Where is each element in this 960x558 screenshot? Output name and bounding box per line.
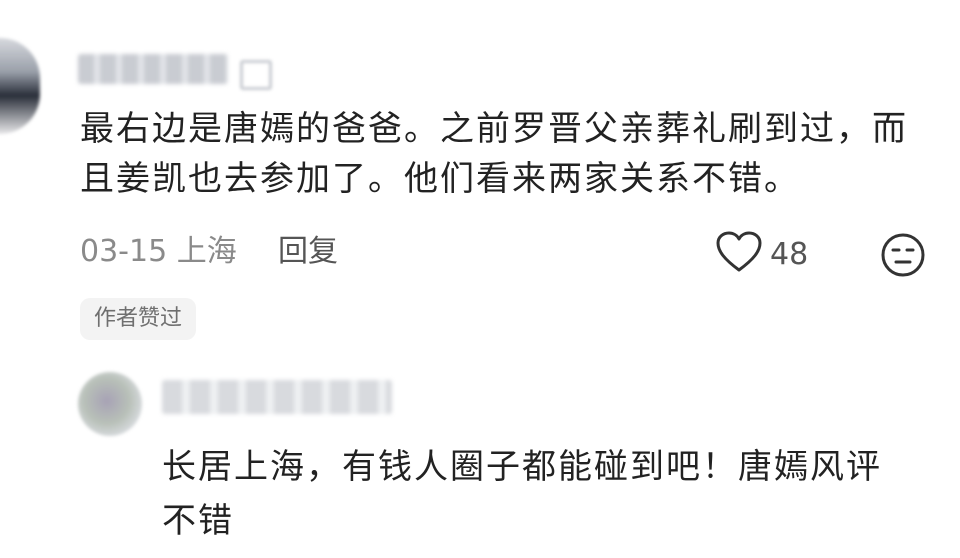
reply-text-line2: 不错: [162, 501, 234, 541]
neutral-face-icon: [880, 233, 926, 282]
emoji-reaction-button[interactable]: [880, 232, 926, 278]
like-button[interactable]: 48: [716, 231, 809, 277]
reply-text: 长居上海，有钱人圈子都能碰到吧！唐嫣风评 不错: [162, 440, 922, 548]
commenter-avatar[interactable]: [0, 38, 40, 134]
like-count: 48: [770, 236, 809, 272]
heart-outline-icon: [716, 231, 762, 277]
author-liked-badge: 作者赞过: [80, 298, 197, 340]
comment-date-location: 03-15 上海: [80, 234, 237, 269]
reply-button[interactable]: 回复: [278, 232, 338, 272]
replier-name-blurred[interactable]: [162, 380, 392, 414]
commenter-badge: [240, 60, 272, 90]
comment-text: 最右边是唐嫣的爸爸。之前罗晋父亲葬礼刷到过，而且姜凯也去参加了。他们看来两家关系…: [80, 109, 908, 199]
reply-text-line1: 长居上海，有钱人圈子都能碰到吧！唐嫣风评: [162, 447, 882, 487]
replier-avatar[interactable]: [78, 372, 142, 436]
commenter-name-blurred[interactable]: [78, 54, 228, 84]
